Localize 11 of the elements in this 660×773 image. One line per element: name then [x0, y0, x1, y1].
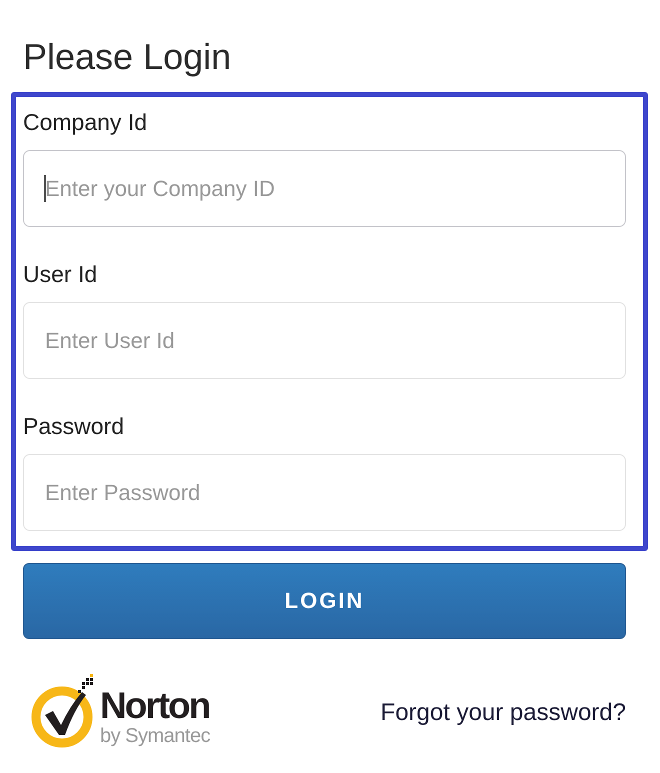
field-label: Password	[23, 412, 124, 441]
field-label: Company Id	[23, 108, 148, 137]
login-button[interactable]: LOGIN	[23, 563, 626, 639]
input-field[interactable]: Enter User Id	[23, 302, 626, 379]
field-label: User Id	[23, 260, 98, 289]
logo-tagline: by Symantec	[100, 725, 210, 747]
input-field[interactable]: Enter Password	[23, 454, 626, 531]
logo-name: Norton	[100, 687, 210, 725]
page-title: Please Login	[23, 35, 232, 79]
input-field[interactable]: Enter your Company ID	[23, 150, 626, 227]
forgot-password-link[interactable]: Forgot your password?	[380, 698, 626, 728]
